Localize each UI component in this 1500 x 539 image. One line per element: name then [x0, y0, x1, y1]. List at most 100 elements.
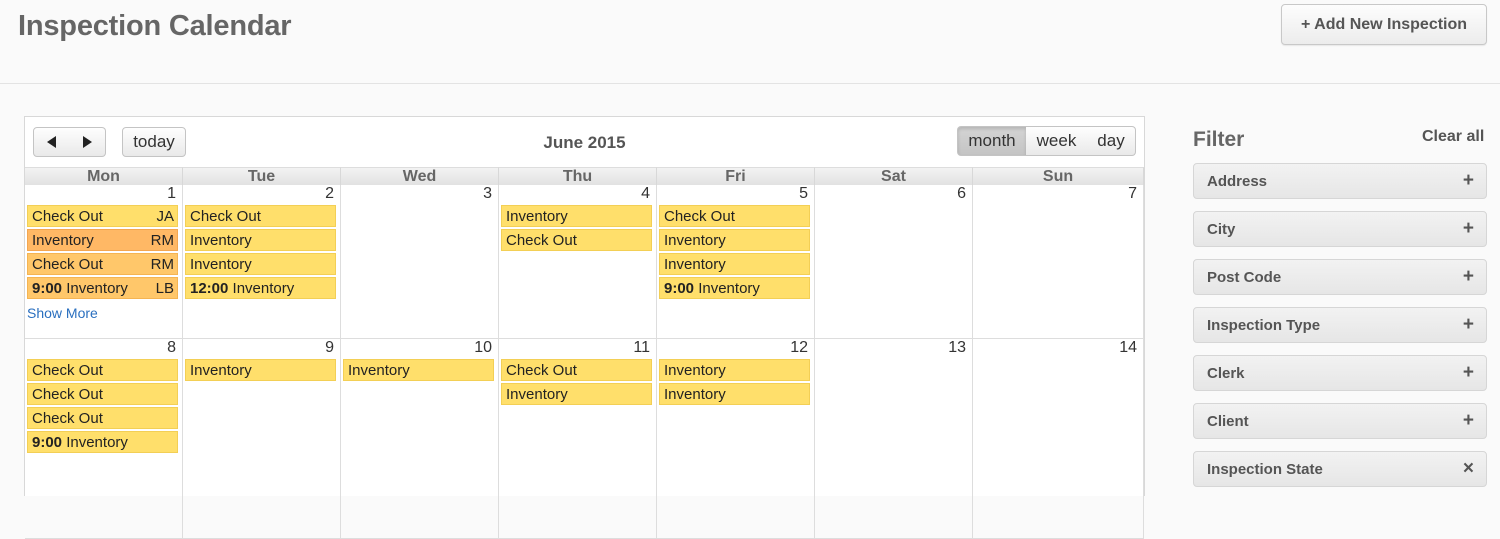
calendar-event[interactable]: 9:00 Inventory — [659, 277, 810, 299]
filter-facet-label: Client — [1207, 413, 1249, 430]
event-clerk-initials: RM — [150, 256, 174, 273]
calendar-event[interactable]: Check Out RM — [27, 253, 178, 275]
filter-facet[interactable]: City + — [1193, 211, 1487, 247]
calendar-event[interactable]: Check Out — [27, 359, 178, 381]
expand-plus-icon[interactable]: + — [1463, 218, 1474, 240]
day-cell[interactable]: 14 — [973, 339, 1144, 539]
filter-facet[interactable]: Clerk + — [1193, 355, 1487, 391]
event-title: Check Out — [664, 208, 735, 225]
day-cell[interactable]: 11 Check Out Inventory — [499, 339, 657, 539]
day-cell[interactable]: 13 — [815, 339, 973, 539]
day-cell[interactable]: 6 — [815, 185, 973, 339]
calendar-event[interactable]: Inventory — [659, 229, 810, 251]
event-clerk-initials: RM — [150, 232, 174, 249]
filter-facet[interactable]: Post Code + — [1193, 259, 1487, 295]
calendar-event[interactable]: Check Out — [501, 359, 652, 381]
view-week-button[interactable]: week — [1026, 126, 1088, 156]
calendar-event[interactable]: Inventory — [659, 359, 810, 381]
calendar-event[interactable]: Inventory RM — [27, 229, 178, 251]
calendar-event[interactable]: 9:00 Inventory — [27, 431, 178, 453]
calendar-event[interactable]: Inventory — [501, 383, 652, 405]
event-title: Check Out — [32, 386, 103, 403]
calendar-event[interactable]: Inventory — [501, 205, 652, 227]
event-time: 9:00 — [32, 280, 63, 297]
event-title: Check Out — [506, 232, 577, 249]
day-cell[interactable]: 1 Check Out JA Inventory RM Check Out RM 9:00 I… — [25, 185, 183, 339]
expand-plus-icon[interactable]: + — [1463, 266, 1474, 288]
day-cell[interactable]: 2 Check Out Inventory Inventory 12:00 Invent… — [183, 185, 341, 339]
calendar-toolbar: today June 2015 month week day — [25, 117, 1144, 167]
event-title: Inventory — [664, 256, 726, 273]
event-title: Inventory — [190, 232, 252, 249]
event-title: Inventory — [190, 256, 252, 273]
event-time: 9:00 — [664, 280, 695, 297]
expand-plus-icon[interactable]: + — [1463, 410, 1474, 432]
day-number: 2 — [325, 185, 334, 202]
day-cell[interactable]: 10 Inventory — [341, 339, 499, 539]
calendar-event[interactable]: Inventory — [343, 359, 494, 381]
calendar-event[interactable]: Check Out — [501, 229, 652, 251]
event-title: Inventory — [506, 386, 568, 403]
calendar-event[interactable]: 12:00 Inventory — [185, 277, 336, 299]
weekday-header: Mon — [25, 167, 183, 185]
event-title: Inventory — [66, 280, 128, 297]
day-number: 5 — [799, 185, 808, 202]
event-title: Check Out — [32, 362, 103, 379]
add-new-inspection-button[interactable]: + Add New Inspection — [1281, 4, 1487, 45]
filter-facet-label: Inspection State — [1207, 461, 1323, 478]
event-title: Check Out — [190, 208, 261, 225]
event-title: Inventory — [32, 232, 94, 249]
show-more-link[interactable]: Show More — [27, 305, 98, 321]
remove-x-icon[interactable]: × — [1463, 458, 1474, 480]
day-cell[interactable]: 5 Check Out Inventory Inventory 9:00 Invento… — [657, 185, 815, 339]
weekday-header: Sun — [973, 167, 1144, 185]
weekday-header: Thu — [499, 167, 657, 185]
weekday-header: Fri — [657, 167, 815, 185]
filter-facet-label: Inspection Type — [1207, 317, 1321, 334]
filter-facet[interactable]: Address + — [1193, 163, 1487, 199]
calendar-event[interactable]: Inventory — [185, 359, 336, 381]
view-month-button[interactable]: month — [957, 126, 1027, 156]
event-title: Check Out — [506, 362, 577, 379]
expand-plus-icon[interactable]: + — [1463, 170, 1474, 192]
calendar-event[interactable]: Inventory — [659, 383, 810, 405]
day-number: 8 — [167, 339, 176, 356]
event-title: Inventory — [664, 232, 726, 249]
filter-facet[interactable]: Inspection State × — [1193, 451, 1487, 487]
day-cell[interactable]: 7 — [973, 185, 1144, 339]
weekday-header: Sat — [815, 167, 973, 185]
filter-title: Filter — [1193, 128, 1245, 151]
day-cell[interactable]: 9 Inventory — [183, 339, 341, 539]
day-cell[interactable]: 8 Check Out Check Out Check Out 9:00 Invento… — [25, 339, 183, 539]
calendar-event[interactable]: Check Out — [659, 205, 810, 227]
day-number: 4 — [641, 185, 650, 202]
day-cell[interactable]: 3 — [341, 185, 499, 339]
calendar-event[interactable]: Inventory — [185, 253, 336, 275]
calendar-event[interactable]: Check Out — [27, 407, 178, 429]
weekday-header: Wed — [341, 167, 499, 185]
clear-all-link[interactable]: Clear all — [1422, 128, 1484, 146]
day-number: 10 — [474, 339, 492, 356]
event-title: Inventory — [190, 362, 252, 379]
day-cell[interactable]: 4 Inventory Check Out — [499, 185, 657, 339]
event-title: Inventory — [506, 208, 568, 225]
expand-plus-icon[interactable]: + — [1463, 362, 1474, 384]
event-clerk-initials: JA — [156, 208, 174, 225]
day-cell[interactable]: 12 Inventory Inventory — [657, 339, 815, 539]
event-title: Check Out — [32, 208, 103, 225]
day-number: 14 — [1119, 339, 1137, 356]
filter-facet[interactable]: Inspection Type + — [1193, 307, 1487, 343]
calendar-event[interactable]: Check Out — [27, 383, 178, 405]
expand-plus-icon[interactable]: + — [1463, 314, 1474, 336]
day-number: 12 — [790, 339, 808, 356]
calendar-event[interactable]: Check Out — [185, 205, 336, 227]
event-title: Inventory — [664, 362, 726, 379]
calendar-event[interactable]: Inventory — [185, 229, 336, 251]
calendar-event[interactable]: Check Out JA — [27, 205, 178, 227]
view-day-button[interactable]: day — [1087, 126, 1136, 156]
filter-facet[interactable]: Client + — [1193, 403, 1487, 439]
event-title: Inventory — [66, 434, 128, 451]
event-title: Check Out — [32, 256, 103, 273]
calendar-event[interactable]: Inventory — [659, 253, 810, 275]
calendar-event[interactable]: 9:00 Inventory LB — [27, 277, 178, 299]
